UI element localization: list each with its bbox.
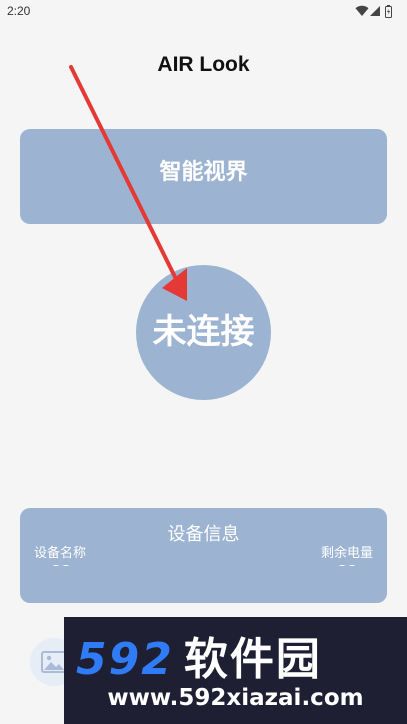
watermark-url: www.592xiazai.com bbox=[107, 685, 364, 711]
smart-vision-label: 智能视界 bbox=[159, 160, 248, 185]
connect-button[interactable]: 未连接 bbox=[136, 265, 271, 400]
device-name-value: – – bbox=[53, 558, 69, 572]
watermark-brand: 592 软件园 bbox=[64, 623, 407, 687]
smart-vision-button[interactable]: 智能视界 bbox=[20, 129, 387, 224]
app-title: AIR Look bbox=[157, 53, 250, 76]
watermark-brand-text: 软件园 bbox=[183, 634, 322, 685]
battery-value: – – bbox=[339, 558, 355, 572]
watermark: 592 软件园 www.592xiazai.com bbox=[64, 617, 407, 724]
status-bar: 2:20 bbox=[0, 0, 407, 24]
wifi-icon bbox=[355, 5, 369, 17]
device-info-card: 设备信息 设备名称 – – 剩余电量 – – bbox=[20, 508, 387, 603]
battery-icon bbox=[385, 5, 392, 18]
status-time: 2:20 bbox=[7, 4, 31, 18]
signal-icon bbox=[370, 6, 380, 16]
connect-status-label: 未连接 bbox=[152, 312, 255, 352]
watermark-brand-number: 592 bbox=[76, 634, 174, 685]
